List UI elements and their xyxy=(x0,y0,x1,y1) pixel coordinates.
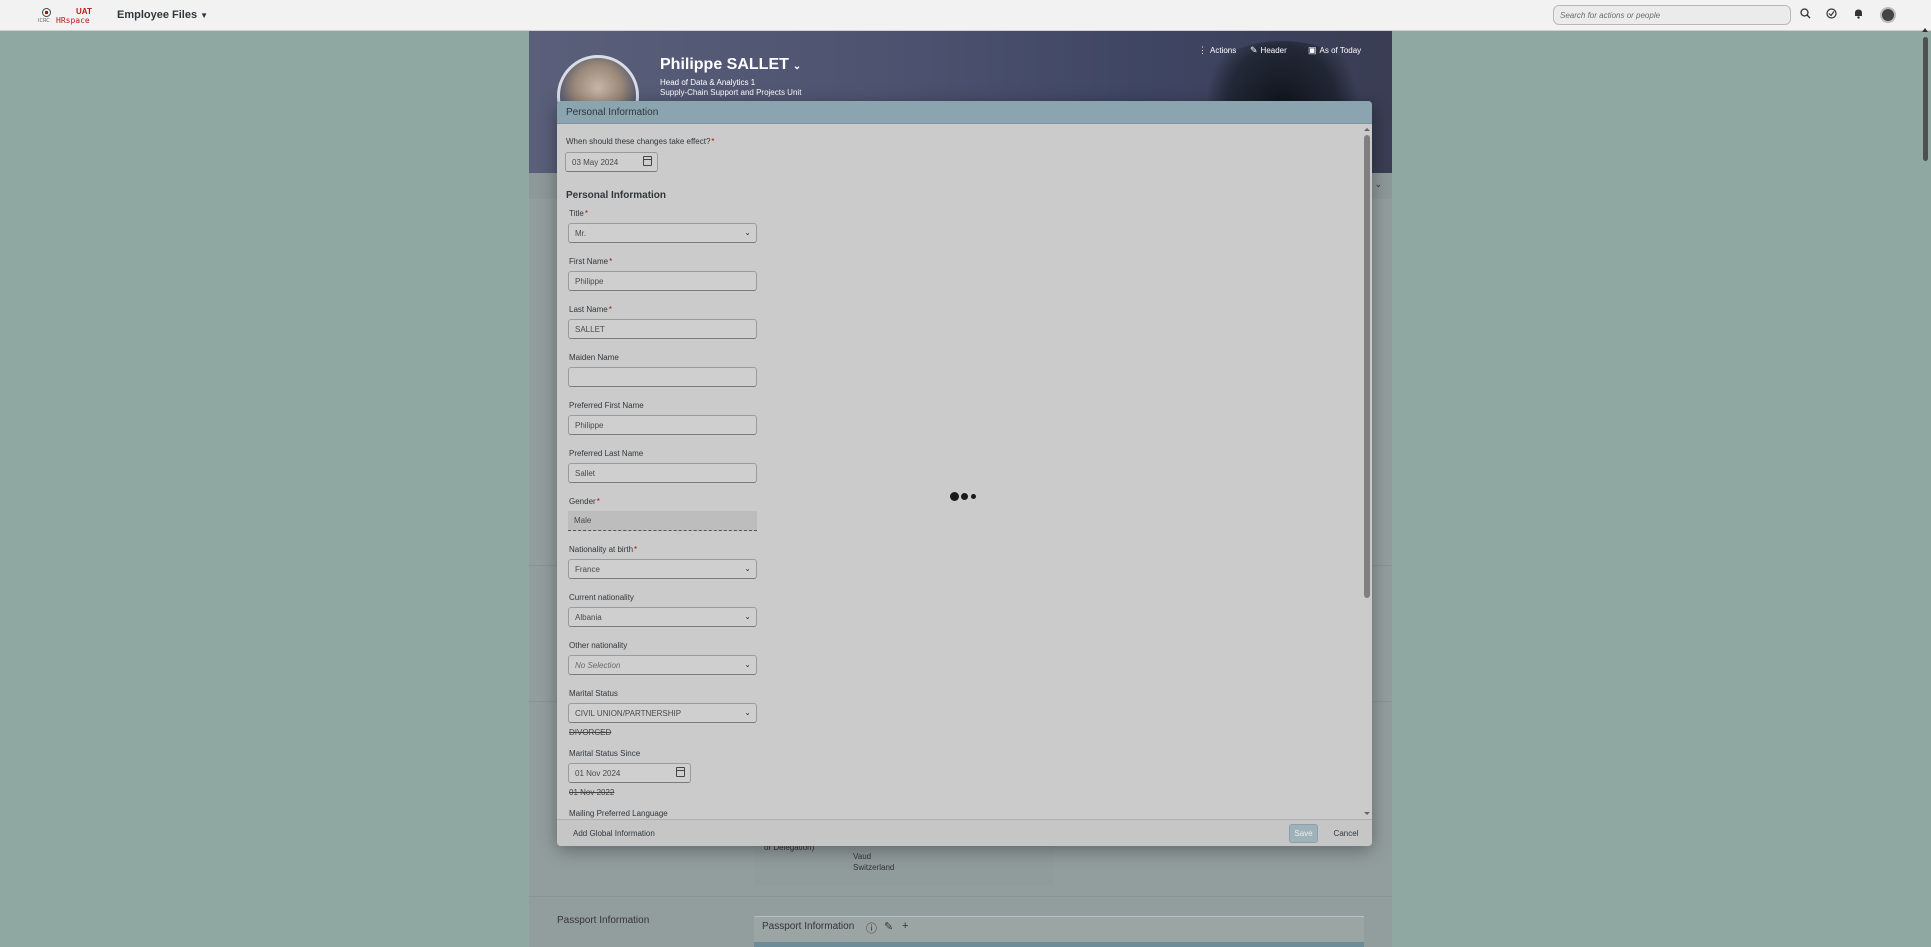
section-divider xyxy=(529,896,1392,897)
chevron-down-icon: ⌄ xyxy=(744,660,751,669)
help-icon[interactable]: ⓘ xyxy=(866,920,877,936)
environment-badge: UAT xyxy=(76,7,92,16)
marital-status-select[interactable]: CIVIL UNION/PARTNERSHIP ⌄ xyxy=(568,703,757,723)
maiden-name-field[interactable] xyxy=(568,367,757,387)
current-nationality-label: Current nationality xyxy=(569,593,634,602)
caret-down-icon: ▼ xyxy=(200,11,209,20)
other-nationality-select[interactable]: No Selection ⌄ xyxy=(568,655,757,675)
dialog-scrollbar-thumb[interactable] xyxy=(1364,135,1370,598)
section-title: Personal Information xyxy=(566,190,667,201)
scroll-down-icon[interactable] xyxy=(1364,812,1370,815)
icrc-logo-icon: ICRC xyxy=(38,7,54,25)
employee-name-menu[interactable]: Philippe SALLET ⌄ xyxy=(660,56,801,74)
gender-label: Gender* xyxy=(569,497,600,506)
passport-card-title: Passport Information xyxy=(762,921,855,932)
hrspace-logo[interactable]: ICRC UAT HRspace xyxy=(38,7,98,25)
edit-icon[interactable]: ✎ xyxy=(884,920,893,933)
employee-unit: Supply-Chain Support and Projects Unit xyxy=(660,88,802,97)
personal-information-dialog: Personal Information When should these c… xyxy=(557,101,1372,846)
more-icon: ⋮ xyxy=(1198,45,1207,55)
address-line: Vaud xyxy=(853,852,872,861)
mailing-language-label: Mailing Preferred Language xyxy=(569,809,668,818)
marital-status-previous: DIVORCED xyxy=(569,728,612,737)
page-scrollbar[interactable] xyxy=(1920,28,1931,947)
effective-date-label: When should these changes take effect?* xyxy=(566,137,715,146)
passport-section-label: Passport Information xyxy=(557,915,650,926)
title-label: Title* xyxy=(569,209,588,218)
notifications-icon[interactable] xyxy=(1851,8,1865,22)
nationality-birth-select[interactable]: France ⌄ xyxy=(568,559,757,579)
dialog-footer: Add Global Information Save Cancel xyxy=(557,819,1372,846)
chevron-down-icon: ⌄ xyxy=(744,228,751,237)
preferred-last-name-label: Preferred Last Name xyxy=(569,449,644,458)
first-name-label: First Name* xyxy=(569,257,613,266)
gender-field[interactable]: Male xyxy=(568,511,757,531)
maiden-name-label: Maiden Name xyxy=(569,353,619,362)
marital-status-since-field[interactable]: 01 Nov 2024 xyxy=(568,763,691,783)
scroll-up-icon[interactable] xyxy=(1922,28,1928,32)
last-name-field[interactable]: SALLET xyxy=(568,319,757,339)
save-button[interactable]: Save xyxy=(1289,824,1318,843)
calendar-icon: ▣ xyxy=(1308,45,1317,55)
page-scrollbar-thumb[interactable] xyxy=(1923,37,1928,161)
busy-indicator xyxy=(950,490,980,502)
employee-name: Philippe SALLET xyxy=(660,56,789,73)
chevron-down-icon[interactable]: ⌄ xyxy=(1374,179,1382,190)
edit-icon: ✎ xyxy=(1250,45,1258,55)
dialog-header: Personal Information xyxy=(557,101,1372,124)
passport-card: Passport Information ⓘ ✎ + xyxy=(754,916,1364,947)
other-nationality-label: Other nationality xyxy=(569,641,628,650)
add-icon[interactable]: + xyxy=(902,920,908,932)
actions-button[interactable]: ⋮ Actions xyxy=(1198,45,1236,56)
first-name-field[interactable]: Philippe xyxy=(568,271,757,291)
title-select[interactable]: Mr. ⌄ xyxy=(568,223,757,243)
global-search-input[interactable]: Search for actions or people xyxy=(1553,5,1791,25)
nationality-birth-label: Nationality at birth* xyxy=(569,545,638,554)
chevron-down-icon: ⌄ xyxy=(744,612,751,621)
current-nationality-select[interactable]: Albania ⌄ xyxy=(568,607,757,627)
address-line: Switzerland xyxy=(853,863,895,872)
employee-position: Head of Data & Analytics 1 xyxy=(660,78,756,87)
dialog-body: When should these changes take effect?* … xyxy=(557,124,1372,819)
search-icon[interactable] xyxy=(1798,8,1812,22)
scroll-up-icon[interactable] xyxy=(1364,128,1370,131)
preferred-first-name-field[interactable]: Philippe xyxy=(568,415,757,435)
dialog-scrollbar[interactable] xyxy=(1364,128,1370,815)
cancel-button[interactable]: Cancel xyxy=(1329,824,1363,843)
marital-status-since-label: Marital Status Since xyxy=(569,749,641,758)
app-title-menu[interactable]: Employee Files ▼ xyxy=(117,9,208,21)
shell-bar: ICRC UAT HRspace Employee Files ▼ Search … xyxy=(0,0,1931,31)
calendar-icon[interactable] xyxy=(676,767,685,777)
preferred-last-name-field[interactable]: Sallet xyxy=(568,463,757,483)
chevron-down-icon: ⌄ xyxy=(792,61,802,72)
as-of-today-button[interactable]: ▣ As of Today xyxy=(1308,45,1361,56)
effective-date-field[interactable]: 03 May 2024 xyxy=(565,152,658,172)
passport-table-header xyxy=(754,942,1364,947)
add-global-information-button[interactable]: Add Global Information xyxy=(573,829,655,838)
calendar-icon[interactable] xyxy=(643,156,652,166)
chevron-down-icon: ⌄ xyxy=(744,708,751,717)
last-name-label: Last Name* xyxy=(569,305,612,314)
marital-status-since-previous: 01 Nov 2022 xyxy=(569,788,615,797)
preferred-first-name-label: Preferred First Name xyxy=(569,401,644,410)
dialog-title: Personal Information xyxy=(566,107,659,118)
app-brand: HRspace xyxy=(56,16,90,25)
chevron-down-icon: ⌄ xyxy=(744,564,751,573)
app-title: Employee Files xyxy=(117,9,198,21)
approvals-icon[interactable] xyxy=(1824,8,1838,22)
user-avatar[interactable] xyxy=(1880,7,1896,23)
marital-status-label: Marital Status xyxy=(569,689,618,698)
header-button[interactable]: ✎ Header xyxy=(1250,45,1287,56)
